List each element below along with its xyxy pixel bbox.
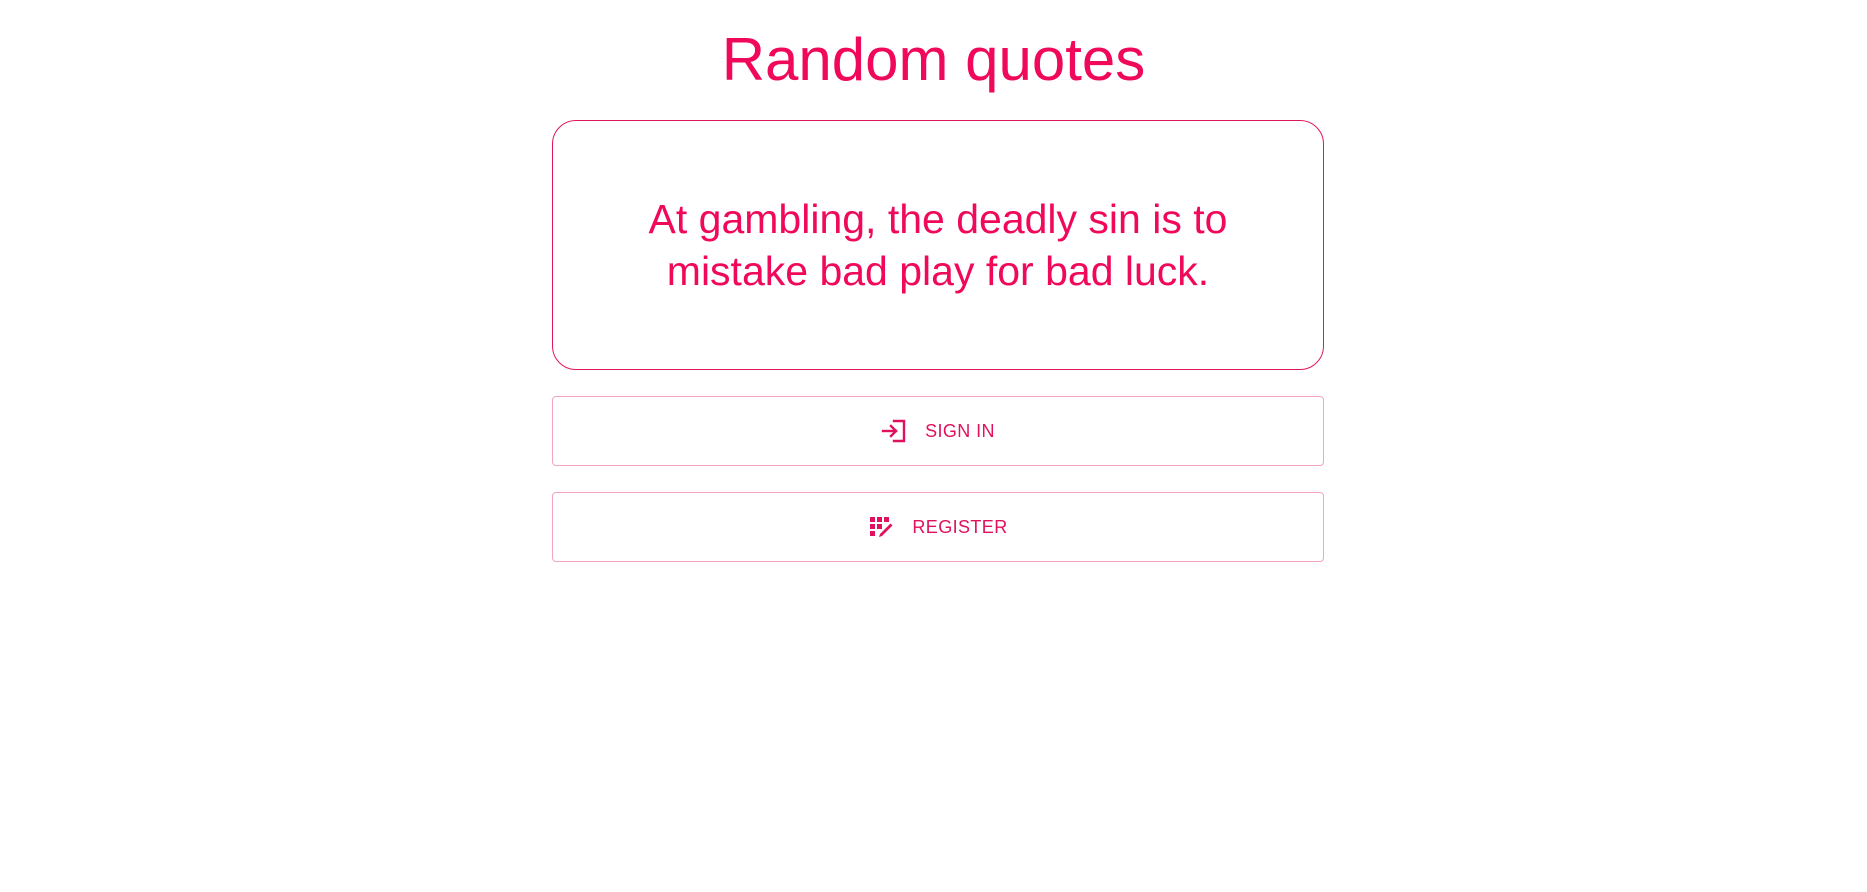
sign-in-button[interactable]: SIGN IN (552, 396, 1324, 466)
login-icon (881, 418, 907, 444)
quote-text: At gambling, the deadly sin is to mistak… (648, 196, 1228, 294)
register-button[interactable]: REGISTER (552, 492, 1324, 562)
quote-card: At gambling, the deadly sin is to mistak… (552, 120, 1324, 370)
register-label: REGISTER (912, 516, 1008, 537)
page: Random quotes At gambling, the deadly si… (0, 0, 1867, 892)
register-icon (868, 514, 894, 540)
page-title: Random quotes (721, 26, 1146, 93)
sign-in-label: SIGN IN (925, 420, 995, 441)
